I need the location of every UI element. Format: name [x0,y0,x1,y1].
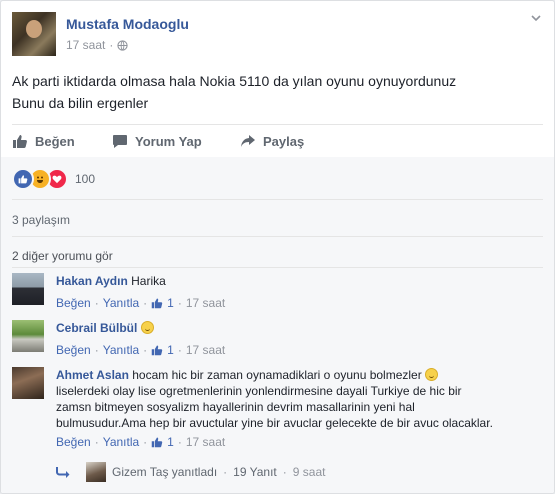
separator: · [109,38,114,52]
comment-like-count[interactable]: 1 [167,295,174,311]
comment-text-line: bulmusudur.Ama hep bir avuctular yine bi… [56,416,493,430]
thumbs-up-icon [151,437,163,448]
divider [12,124,543,125]
divider [12,199,543,200]
author-name[interactable]: Mustafa Modaoglu [66,16,189,32]
comment-time[interactable]: 17 saat [186,295,225,311]
separator: · [94,343,99,357]
separator: · [94,435,99,449]
separator: · [177,296,182,310]
comment-like-link[interactable]: Beğen [56,295,91,311]
smile-emoji-icon [140,321,154,334]
like-reaction-icon [12,168,34,190]
globe-icon [117,39,129,51]
comment-reply-link[interactable]: Yanıtla [103,342,139,358]
replies-row[interactable]: Gizem Taş yanıtladı · 19 Yanıt · 9 saat [56,462,325,482]
reactions-summary[interactable]: 100 [12,168,96,190]
divider [12,236,543,237]
comment-like-link[interactable]: Beğen [56,434,91,450]
comment-body: Cebrail Bülbül Beğen · Yanıtla · 1 · 17 … [56,320,543,358]
reply-time: 9 saat [292,465,326,479]
separator: · [223,465,228,479]
post-card: Mustafa Modaoglu 17 saat · Ak parti ikti… [0,0,555,494]
comment-like-count[interactable]: 1 [167,434,174,450]
reaction-count: 100 [75,172,96,186]
thumbs-up-icon [13,135,27,148]
separator: · [94,296,99,310]
comment-button[interactable]: Yorum Yap [112,127,202,155]
share-button[interactable]: Paylaş [240,127,304,155]
like-button[interactable]: Beğen [12,127,75,155]
reply-count[interactable]: 19 Yanıt [233,465,277,479]
reply-avatar[interactable] [86,462,106,482]
comment-meta: Beğen · Yanıtla · 1 · 17 saat [56,434,543,450]
speech-bubble-icon [113,135,127,148]
comment-text-line: hocam hic bir zaman oynamadiklari o oyun… [132,368,422,382]
post-meta: 17 saat · [66,38,129,52]
reply-author[interactable]: Gizem Taş yanıtladı [112,465,217,479]
view-more-comments-link[interactable]: 2 diğer yorumu gör [12,249,113,263]
comment-meta: Beğen · Yanıtla · 1 · 17 saat [56,342,543,358]
separator: · [282,465,287,479]
comment-time[interactable]: 17 saat [186,434,225,450]
post-text-line: Bunu da bilin ergenler [12,95,149,111]
like-label: Beğen [35,133,75,149]
comment-body: Hakan Aydın Harika Beğen · Yanıtla · 1 ·… [56,273,543,311]
thumbs-up-icon [151,298,163,309]
comment-reply-link[interactable]: Yanıtla [103,295,139,311]
divider [12,267,543,268]
commenter-avatar[interactable] [12,273,44,305]
separator: · [177,343,182,357]
author-avatar[interactable] [12,12,56,56]
post-time[interactable]: 17 saat [66,38,105,52]
separator: · [143,435,148,449]
share-arrow-icon [241,135,255,147]
thumbs-up-icon [151,345,163,356]
post-text: Ak parti iktidarda olmasa hala Nokia 511… [12,70,537,114]
post-header: Mustafa Modaoglu 17 saat · [12,12,542,58]
comment-text-line: zamsn bitmeyen sosyalizm hayallerinin de… [56,400,415,414]
commenter-avatar[interactable] [12,320,44,352]
comment-like-count[interactable]: 1 [167,342,174,358]
comment-label: Yorum Yap [135,133,202,149]
comment-text-line: liselerdeki olay lise ogretmenlerinin yo… [56,384,462,398]
post-actions: Beğen Yorum Yap Paylaş [12,127,543,155]
chevron-down-icon[interactable] [530,12,542,24]
comment-like-link[interactable]: Beğen [56,342,91,358]
comment-reply-link[interactable]: Yanıtla [103,434,139,450]
separator: · [143,343,148,357]
commenter-avatar[interactable] [12,367,44,399]
commenter-name[interactable]: Cebrail Bülbül [56,321,137,335]
comment-body: Ahmet Aslan hocam hic bir zaman oynamadi… [56,367,543,450]
share-label: Paylaş [263,133,305,149]
comment-text: Harika [131,274,166,288]
comment-time[interactable]: 17 saat [186,342,225,358]
separator: · [143,296,148,310]
smile-emoji-icon [425,368,439,381]
comment-meta: Beğen · Yanıtla · 1 · 17 saat [56,295,543,311]
reply-arrow-icon [56,467,70,478]
post-text-line: Ak parti iktidarda olmasa hala Nokia 511… [12,73,457,89]
share-count[interactable]: 3 paylaşım [12,213,70,227]
commenter-name[interactable]: Hakan Aydın [56,274,128,288]
commenter-name[interactable]: Ahmet Aslan [56,368,129,382]
separator: · [177,435,182,449]
